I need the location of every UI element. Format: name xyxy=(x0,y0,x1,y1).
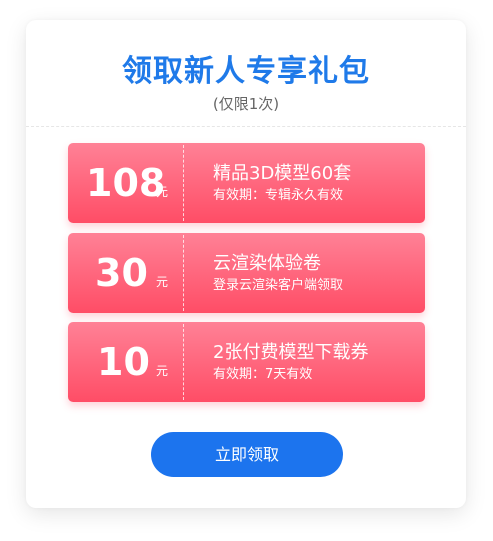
coupon-description: 有效期：专辑永久有效 xyxy=(213,188,344,203)
coupon-description: 有效期：7天有效 xyxy=(213,367,313,382)
coupon-separator xyxy=(183,324,184,400)
coupon-name: 精品3D模型60套 xyxy=(213,163,352,184)
coupon-name: 云渲染体验卷 xyxy=(213,253,321,274)
gift-dialog: 领取新人专享礼包 (仅限1次) 108 元 精品3D模型60套 有效期：专辑永久… xyxy=(26,20,466,508)
coupon-amount: 30 xyxy=(95,251,148,295)
coupon-unit: 元 xyxy=(156,275,169,289)
header-divider xyxy=(26,126,466,127)
coupon-amount: 10 xyxy=(97,340,150,384)
coupon-amount-area: 30 元 xyxy=(68,233,183,313)
coupon-separator xyxy=(183,145,184,221)
coupon-card-download: 10 元 2张付费模型下载券 有效期：7天有效 xyxy=(68,322,425,402)
coupon-amount-area: 10 元 xyxy=(68,322,183,402)
coupon-amount: 108 xyxy=(86,161,166,205)
dialog-title: 领取新人专享礼包 xyxy=(122,54,370,89)
coupon-unit: 元 xyxy=(156,364,169,378)
claim-now-button[interactable]: 立即领取 xyxy=(151,432,343,477)
coupon-separator xyxy=(183,235,184,311)
coupon-card-models: 108 元 精品3D模型60套 有效期：专辑永久有效 xyxy=(68,143,425,223)
coupon-unit: 元 xyxy=(156,185,169,199)
dialog-subtitle: (仅限1次) xyxy=(212,95,280,113)
coupon-amount-area: 108 元 xyxy=(68,143,183,223)
coupon-card-render: 30 元 云渲染体验卷 登录云渲染客户端领取 xyxy=(68,233,425,313)
coupon-description: 登录云渲染客户端领取 xyxy=(213,278,344,293)
coupon-name: 2张付费模型下载券 xyxy=(213,342,369,363)
